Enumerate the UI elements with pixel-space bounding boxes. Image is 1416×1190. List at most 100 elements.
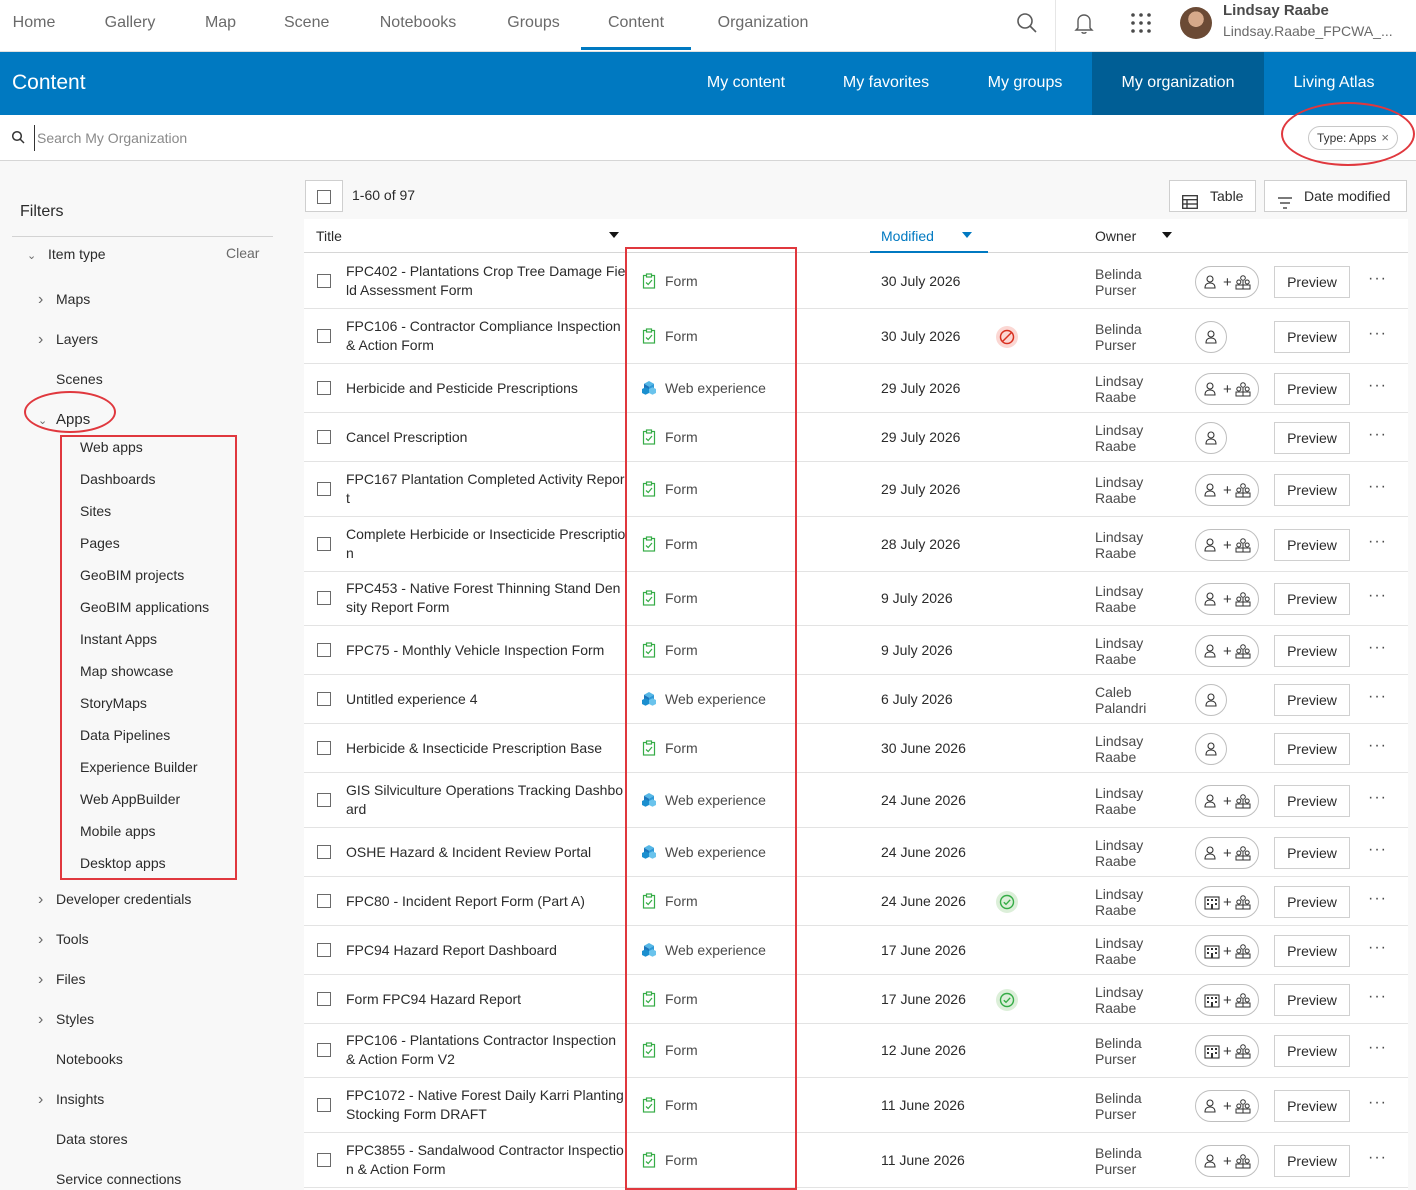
row-checkbox[interactable]: [317, 691, 331, 706]
item-title-link[interactable]: Herbicide & Insecticide Prescription Bas…: [346, 739, 626, 758]
preview-button[interactable]: Preview: [1274, 583, 1350, 615]
more-options-icon[interactable]: ···: [1368, 1094, 1387, 1112]
preview-button[interactable]: Preview: [1274, 372, 1350, 405]
select-all-checkbox[interactable]: [305, 180, 343, 212]
row-checkbox[interactable]: [317, 429, 331, 444]
user-name[interactable]: Lindsay Raabe: [1223, 2, 1329, 19]
nav-home[interactable]: Home: [12, 0, 56, 50]
item-title-link[interactable]: Herbicide and Pesticide Prescriptions: [346, 379, 626, 398]
sharing-private-icon[interactable]: [1195, 421, 1227, 454]
row-checkbox[interactable]: [317, 740, 331, 755]
notifications-bell-icon[interactable]: [1071, 10, 1097, 36]
sharing-org-groups-icon[interactable]: +: [1195, 983, 1259, 1016]
preview-button[interactable]: Preview: [1274, 528, 1350, 561]
column-header-owner[interactable]: Owner: [1095, 228, 1136, 244]
table-row[interactable]: FPC453 - Native Forest Thinning Stand De…: [304, 572, 1408, 626]
more-options-icon[interactable]: ···: [1368, 426, 1387, 444]
table-row[interactable]: Herbicide & Insecticide Prescription Bas…: [304, 724, 1408, 773]
more-options-icon[interactable]: ···: [1368, 587, 1387, 605]
sidebar-item-developer-credentials[interactable]: › Developer credentials: [38, 891, 191, 909]
preview-button[interactable]: Preview: [1274, 1144, 1350, 1177]
preview-button[interactable]: Preview: [1274, 983, 1350, 1016]
item-type-toggle[interactable]: ⌄ Item type: [27, 246, 106, 262]
item-title-link[interactable]: Complete Herbicide or Insecticide Prescr…: [346, 525, 626, 563]
more-options-icon[interactable]: ···: [1368, 988, 1387, 1006]
row-checkbox[interactable]: [317, 792, 331, 807]
sharing-org-groups-icon[interactable]: +: [1195, 1035, 1259, 1067]
sharing-private-icon[interactable]: [1195, 732, 1227, 765]
nav-organization[interactable]: Organization: [716, 0, 810, 50]
item-title-link[interactable]: FPC75 - Monthly Vehicle Inspection Form: [346, 641, 626, 660]
sharing-private-icon[interactable]: [1195, 320, 1227, 353]
search-input[interactable]: [34, 125, 734, 151]
sharing-groups-icon[interactable]: +: [1195, 473, 1259, 506]
avatar[interactable]: [1180, 7, 1212, 39]
sidebar-item-styles[interactable]: › Styles: [38, 1011, 94, 1029]
more-options-icon[interactable]: ···: [1368, 478, 1387, 496]
sharing-groups-icon[interactable]: +: [1195, 583, 1259, 615]
caret-down-icon[interactable]: [609, 232, 619, 238]
item-title-link[interactable]: Untitled experience 4: [346, 690, 626, 709]
sharing-org-groups-icon[interactable]: +: [1195, 934, 1259, 967]
table-row[interactable]: FPC106 - Contractor Compliance Inspectio…: [304, 309, 1408, 364]
nav-notebooks[interactable]: Notebooks: [377, 0, 459, 50]
table-row[interactable]: FPC167 Plantation Completed Activity Rep…: [304, 462, 1408, 517]
caret-down-icon[interactable]: [1162, 232, 1172, 238]
more-options-icon[interactable]: ···: [1368, 789, 1387, 807]
item-title-link[interactable]: GIS Silviculture Operations Tracking Das…: [346, 781, 626, 819]
preview-button[interactable]: Preview: [1274, 1035, 1350, 1067]
sidebar-item-service-connections[interactable]: Service connections: [56, 1171, 181, 1187]
item-title-link[interactable]: FPC80 - Incident Report Form (Part A): [346, 892, 626, 911]
nav-content[interactable]: Content: [581, 0, 691, 50]
row-checkbox[interactable]: [317, 642, 331, 657]
more-options-icon[interactable]: ···: [1368, 325, 1387, 343]
row-checkbox[interactable]: [317, 481, 331, 496]
item-title-link[interactable]: FPC106 - Plantations Contractor Inspecti…: [346, 1031, 626, 1069]
item-title-link[interactable]: FPC3855 - Sandalwood Contractor Inspecti…: [346, 1141, 626, 1179]
sidebar-item-layers[interactable]: › Layers: [38, 331, 98, 349]
table-row[interactable]: FPC80 - Incident Report Form (Part A) For…: [304, 877, 1408, 926]
sidebar-item-scenes[interactable]: Scenes: [56, 371, 103, 387]
more-options-icon[interactable]: ···: [1368, 688, 1387, 706]
more-options-icon[interactable]: ···: [1368, 1039, 1387, 1057]
caret-down-icon[interactable]: [962, 232, 972, 238]
item-title-link[interactable]: FPC453 - Native Forest Thinning Stand De…: [346, 579, 626, 617]
sharing-private-icon[interactable]: [1195, 683, 1227, 716]
more-options-icon[interactable]: ···: [1368, 377, 1387, 395]
preview-button[interactable]: Preview: [1274, 634, 1350, 667]
sidebar-item-tools[interactable]: › Tools: [38, 931, 89, 949]
preview-button[interactable]: Preview: [1274, 836, 1350, 869]
table-row[interactable]: Cancel Prescription Form 29 July 2026 Linds…: [304, 413, 1408, 462]
preview-button[interactable]: Preview: [1274, 320, 1350, 353]
more-options-icon[interactable]: ···: [1368, 841, 1387, 859]
nav-map[interactable]: Map: [204, 0, 237, 50]
row-checkbox[interactable]: [317, 591, 331, 605]
sharing-groups-icon[interactable]: +: [1195, 634, 1259, 667]
table-row[interactable]: Herbicide and Pesticide Prescriptions Web…: [304, 364, 1408, 413]
preview-button[interactable]: Preview: [1274, 421, 1350, 454]
table-row[interactable]: FPC94 Hazard Report Dashboard Web experie…: [304, 926, 1408, 975]
table-view-button[interactable]: Table: [1169, 180, 1256, 212]
sharing-org-groups-icon[interactable]: +: [1195, 885, 1259, 918]
preview-button[interactable]: Preview: [1274, 934, 1350, 967]
preview-button[interactable]: Preview: [1274, 885, 1350, 918]
preview-button[interactable]: Preview: [1274, 683, 1350, 716]
nav-scene[interactable]: Scene: [284, 0, 329, 50]
table-row[interactable]: Untitled experience 4 Web experience 6 Jul…: [304, 675, 1408, 724]
sharing-groups-icon[interactable]: +: [1195, 372, 1259, 405]
item-title-link[interactable]: Cancel Prescription: [346, 428, 626, 447]
item-title-link[interactable]: FPC1072 - Native Forest Daily Karri Plan…: [346, 1086, 626, 1124]
more-options-icon[interactable]: ···: [1368, 890, 1387, 908]
more-options-icon[interactable]: ···: [1368, 737, 1387, 755]
column-header-modified[interactable]: Modified: [881, 228, 934, 244]
preview-button[interactable]: Preview: [1274, 1089, 1350, 1122]
item-title-link[interactable]: FPC167 Plantation Completed Activity Rep…: [346, 470, 626, 508]
sidebar-item-insights[interactable]: › Insights: [38, 1091, 104, 1109]
search-icon[interactable]: [1014, 10, 1040, 36]
tab-my-groups[interactable]: My groups: [976, 52, 1074, 115]
sidebar-item-notebooks[interactable]: Notebooks: [56, 1051, 123, 1067]
preview-button[interactable]: Preview: [1274, 732, 1350, 765]
table-row[interactable]: FPC106 - Plantations Contractor Inspecti…: [304, 1024, 1408, 1078]
row-checkbox[interactable]: [317, 536, 331, 551]
row-checkbox[interactable]: [317, 273, 331, 288]
